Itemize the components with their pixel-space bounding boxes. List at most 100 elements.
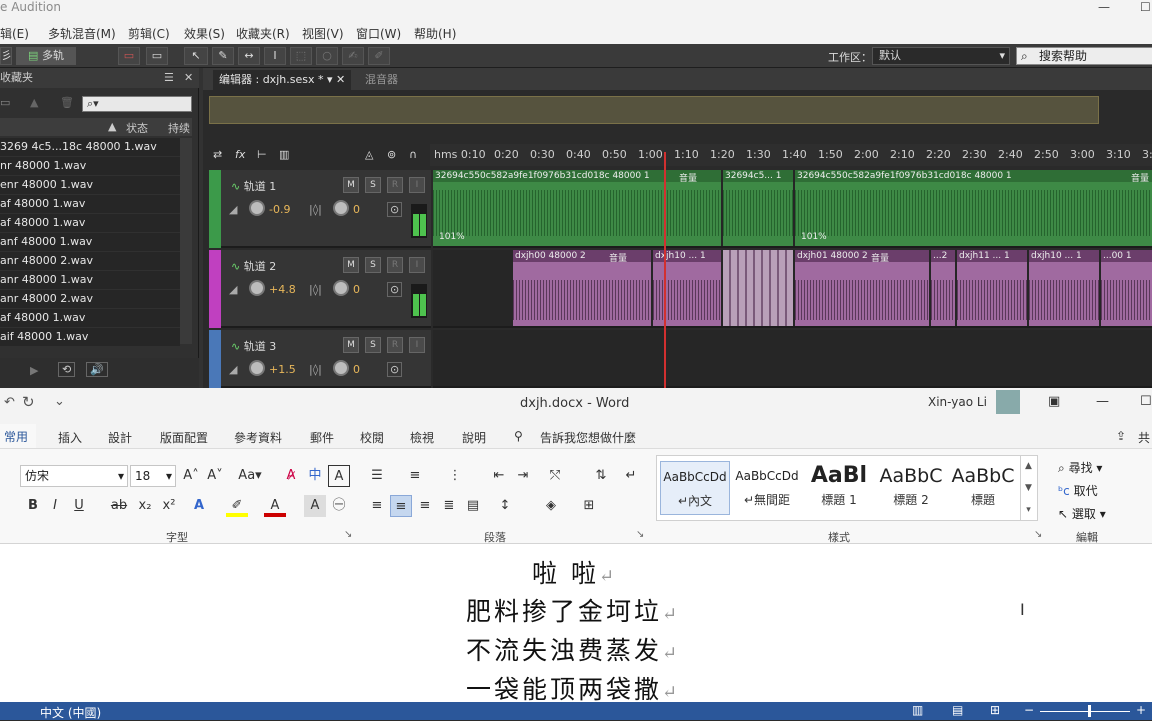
doc-line[interactable]: 肥料掺了金坷垃↵ bbox=[466, 592, 680, 628]
pan-knob[interactable] bbox=[333, 200, 349, 216]
user-name[interactable]: Xin-yao Li bbox=[928, 395, 987, 409]
find-button[interactable]: ⌕ 尋找 ▾ bbox=[1058, 459, 1102, 476]
fx-icon[interactable]: fx bbox=[235, 148, 245, 161]
tab-view[interactable]: 檢視 bbox=[410, 429, 434, 446]
record-arm-button[interactable]: R bbox=[387, 177, 403, 193]
audio-clip[interactable]: ...2 bbox=[931, 250, 955, 326]
loop-toggle-icon[interactable]: ⇄ bbox=[213, 148, 222, 161]
column-duration[interactable]: 持续 bbox=[168, 120, 190, 136]
doc-line[interactable]: 不流失浊费蒸发↵ bbox=[466, 631, 680, 667]
subscript-icon[interactable]: x₂ bbox=[134, 495, 156, 517]
minimize-icon[interactable]: — bbox=[1096, 394, 1109, 409]
font-color-icon[interactable]: A bbox=[264, 495, 286, 517]
tab-editor[interactable]: 编辑器 : dxjh.sesx * ▾ ✕ bbox=[213, 70, 352, 90]
marquee-tool-icon[interactable]: ⬚ bbox=[290, 47, 312, 65]
track-pan[interactable]: 0 bbox=[353, 283, 360, 296]
maximize-icon[interactable]: ☐ bbox=[1140, 0, 1151, 14]
time-selection-tool-icon[interactable]: I bbox=[264, 47, 286, 65]
grow-font-icon[interactable]: A˄ bbox=[180, 465, 202, 487]
share-button[interactable]: 共 bbox=[1138, 429, 1150, 446]
menu-edit[interactable]: 辑(E) bbox=[0, 25, 29, 42]
avatar[interactable] bbox=[996, 390, 1020, 414]
web-layout-icon[interactable]: ⊞ bbox=[990, 703, 1000, 717]
tab-mailings[interactable]: 郵件 bbox=[310, 429, 334, 446]
open-file-icon[interactable]: ▭ bbox=[0, 96, 10, 109]
document-canvas[interactable]: 啦 啦↵ 肥料掺了金坷垃↵ 不流失浊费蒸发↵ 一袋能顶两袋撒↵ I bbox=[0, 544, 1152, 704]
multitrack-view-button[interactable]: ▤ 多轨 bbox=[16, 47, 76, 65]
dialog-launcher-icon[interactable]: ↘ bbox=[1034, 529, 1042, 540]
tab-mixer[interactable]: 混音器 bbox=[359, 70, 404, 90]
file-item[interactable]: af 48000 1.wav bbox=[0, 309, 180, 328]
tell-me-input[interactable]: 告訴我您想做什麼 bbox=[540, 429, 636, 446]
mute-button[interactable]: M bbox=[343, 177, 359, 193]
playhead[interactable] bbox=[664, 152, 666, 388]
file-item[interactable]: 3269 4c5...18c 48000 1.wav bbox=[0, 138, 180, 157]
timeline-ruler[interactable]: hms 0:10 0:20 0:30 0:40 0:50 1:00 1:10 1… bbox=[430, 144, 1152, 166]
razor-tool-icon[interactable]: ✎ bbox=[212, 47, 234, 65]
panel-menu-icon[interactable]: ☰ bbox=[164, 68, 174, 88]
share-icon[interactable]: ⇪ bbox=[1116, 429, 1126, 443]
italic-icon[interactable]: I bbox=[44, 495, 66, 517]
read-mode-icon[interactable]: ▥ bbox=[912, 703, 923, 717]
menu-clip[interactable]: 剪辑(C) bbox=[128, 25, 170, 42]
track-volume[interactable]: +4.8 bbox=[269, 283, 296, 296]
output-icon[interactable]: ⊙ bbox=[387, 282, 403, 297]
minimize-icon[interactable]: — bbox=[1098, 0, 1110, 14]
track-lane[interactable]: 32694c550c582a9fe1f0976b31cd018c 48000 1… bbox=[433, 170, 1152, 248]
record-arm-button[interactable]: R bbox=[387, 337, 403, 353]
tab-references[interactable]: 參考資料 bbox=[234, 429, 282, 446]
track-lane[interactable] bbox=[433, 330, 1152, 388]
track-name[interactable]: ∿ 轨道 3 bbox=[231, 338, 276, 354]
mute-button[interactable]: M bbox=[343, 337, 359, 353]
dialog-launcher-icon[interactable]: ↘ bbox=[636, 529, 644, 540]
audio-clip[interactable]: dxjh00 48000 2 音量 bbox=[513, 250, 651, 326]
record-arm-button[interactable]: R bbox=[387, 257, 403, 273]
search-help-input[interactable]: ⌕ 搜索帮助 bbox=[1016, 47, 1152, 65]
language-status[interactable]: 中文 (中國) bbox=[40, 704, 101, 721]
bullets-icon[interactable]: ☰ bbox=[366, 465, 388, 487]
line-spacing-icon[interactable]: ↕ bbox=[494, 495, 516, 517]
workspace-select[interactable]: 默认 ▾ bbox=[872, 47, 1010, 65]
solo-button[interactable]: S bbox=[365, 257, 381, 273]
font-name-select[interactable]: 仿宋 ▾ bbox=[20, 465, 128, 487]
pan-knob[interactable] bbox=[333, 360, 349, 376]
file-item[interactable]: aif 48000 1.wav bbox=[0, 328, 180, 347]
play-icon[interactable]: ▶ bbox=[30, 364, 38, 377]
track-pan[interactable]: 0 bbox=[353, 203, 360, 216]
track-volume[interactable]: -0.9 bbox=[269, 203, 290, 216]
maximize-icon[interactable]: ☐ bbox=[1140, 394, 1152, 409]
tab-help[interactable]: 說明 bbox=[462, 429, 486, 446]
metronome-icon[interactable]: ◬ bbox=[365, 148, 373, 161]
audio-clip[interactable]: 32694c550c582a9fe1f0976b31cd018c 48000 1… bbox=[433, 170, 721, 246]
tab-review[interactable]: 校閱 bbox=[360, 429, 384, 446]
sends-icon[interactable]: ⊢ bbox=[257, 148, 267, 161]
spectral-view-icon[interactable]: ▭ bbox=[118, 47, 140, 65]
clear-format-icon[interactable]: A̷ bbox=[280, 465, 302, 487]
replace-button[interactable]: ᵇc 取代 bbox=[1058, 482, 1098, 499]
audio-clip[interactable]: 32694c550c582a9fe1f0976b31cd018c 48000 1… bbox=[795, 170, 1152, 246]
mute-button[interactable]: M bbox=[343, 257, 359, 273]
style-no-spacing[interactable]: AaBbCcDd ↵無間距 bbox=[732, 461, 802, 515]
zoom-in-icon[interactable]: + bbox=[1136, 703, 1146, 717]
distributed-icon[interactable]: ▤ bbox=[462, 495, 484, 517]
tab-insert[interactable]: 插入 bbox=[58, 429, 82, 446]
align-right-icon[interactable]: ≡ bbox=[414, 495, 436, 517]
sort-icon[interactable]: ⇅ bbox=[590, 465, 612, 487]
zoom-slider[interactable] bbox=[1040, 711, 1130, 712]
style-heading-2[interactable]: AaBbC 標題 2 bbox=[876, 461, 946, 515]
session-overview[interactable] bbox=[209, 96, 1099, 124]
track-color-strip[interactable] bbox=[209, 330, 221, 388]
audio-clip[interactable]: dxjh01 48000 2 音量 bbox=[795, 250, 929, 326]
eq-icon[interactable]: ▥ bbox=[279, 148, 289, 161]
show-marks-icon[interactable]: ↵ bbox=[620, 465, 642, 487]
character-border-icon[interactable]: A bbox=[328, 465, 350, 487]
doc-line[interactable]: 一袋能顶两袋撒↵ bbox=[466, 670, 680, 706]
monitor-input-button[interactable]: I bbox=[409, 257, 425, 273]
align-center-icon[interactable]: ≡ bbox=[390, 495, 412, 517]
font-size-select[interactable]: 18 ▾ bbox=[130, 465, 176, 487]
file-item[interactable]: enr 48000 1.wav bbox=[0, 176, 180, 195]
redo-icon[interactable]: ↻ bbox=[22, 393, 35, 411]
shading-icon[interactable]: ◈ bbox=[540, 495, 562, 517]
tab-home[interactable]: 常用 bbox=[0, 424, 37, 450]
audio-clip[interactable]: dxjh10 ... 1 bbox=[1029, 250, 1099, 326]
